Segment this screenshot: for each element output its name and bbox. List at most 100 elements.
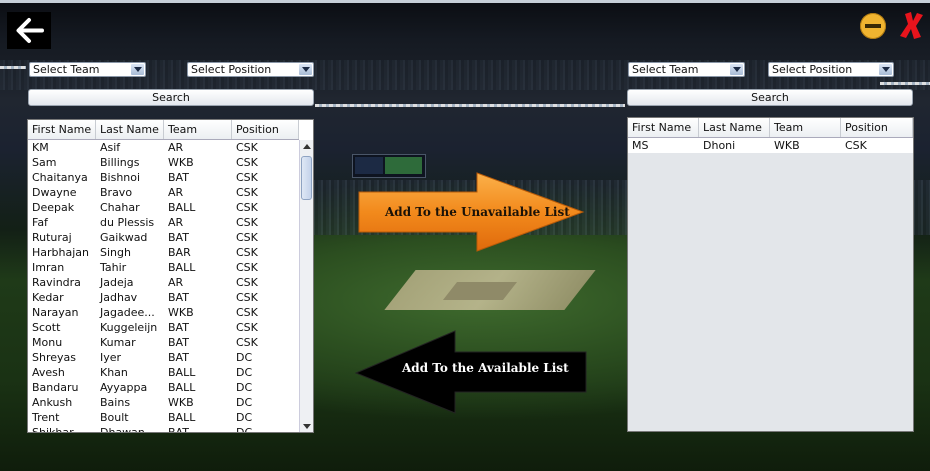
table-row[interactable]: Chaitanya Bishnoi BAT CSK <box>28 170 299 185</box>
table-row[interactable]: Faf du Plessis AR CSK <box>28 215 299 230</box>
column-team[interactable]: Team <box>770 118 841 137</box>
table-row[interactable]: Ruturaj Gaikwad BAT CSK <box>28 230 299 245</box>
table-cell: Ruturaj <box>32 231 72 244</box>
table-row[interactable]: Avesh Khan BALL DC <box>28 365 299 380</box>
table-cell: DC <box>236 351 253 364</box>
table-cell: WKB <box>168 156 194 169</box>
table-cell: Dhoni <box>703 139 736 152</box>
team-select-right[interactable]: Select Team <box>628 62 745 77</box>
scroll-down-icon[interactable] <box>300 420 313 432</box>
table-row[interactable]: Monu Kumar BAT CSK <box>28 335 299 350</box>
table-row[interactable]: Shikhar Dhawan BAT DC <box>28 425 299 433</box>
table-cell: Chahar <box>100 201 140 214</box>
add-to-unavailable-label: Add To the Unavailable List <box>385 205 570 219</box>
column-position[interactable]: Position <box>841 118 913 137</box>
table-row[interactable]: MS Dhoni WKB CSK <box>628 138 913 153</box>
chevron-down-icon <box>879 64 892 75</box>
table-cell: BALL <box>168 381 196 394</box>
unavailable-players-table[interactable]: First Name Last Name Team Position MS Dho… <box>627 117 914 432</box>
table-cell: Trent <box>32 411 60 424</box>
table-cell: CSK <box>236 231 258 244</box>
table-cell: Bandaru <box>32 381 79 394</box>
table-row[interactable]: Shreyas Iyer BAT DC <box>28 350 299 365</box>
stadium-lights <box>880 82 930 85</box>
table-row[interactable]: Kedar Jadhav BAT CSK <box>28 290 299 305</box>
table-cell: Iyer <box>100 351 122 364</box>
add-to-available-button[interactable]: Add To the Available List <box>355 330 588 414</box>
close-button[interactable] <box>896 10 924 42</box>
window-top-edge <box>0 0 930 3</box>
table-row[interactable]: Harbhajan Singh BAR CSK <box>28 245 299 260</box>
table-row[interactable]: Dwayne Bravo AR CSK <box>28 185 299 200</box>
table-cell: BAR <box>168 246 191 259</box>
table-cell: Ankush <box>32 396 73 409</box>
stadium-lights <box>0 66 26 69</box>
table-row[interactable]: Narayan Jagadee... WKB CSK <box>28 305 299 320</box>
table-cell: CSK <box>236 201 258 214</box>
table-cell: CSK <box>236 276 258 289</box>
column-last-name[interactable]: Last Name <box>96 120 164 139</box>
table-row[interactable]: Ankush Bains WKB DC <box>28 395 299 410</box>
table-row[interactable]: Bandaru Ayyappa BALL DC <box>28 380 299 395</box>
scroll-up-icon[interactable] <box>300 140 313 152</box>
table-cell: CSK <box>236 141 258 154</box>
table-cell: Billings <box>100 156 140 169</box>
table-row[interactable]: Imran Tahir BALL CSK <box>28 260 299 275</box>
table-cell: WKB <box>168 306 194 319</box>
table-cell: Shreyas <box>32 351 76 364</box>
table-cell: CSK <box>236 186 258 199</box>
table-cell: Dwayne <box>32 186 77 199</box>
column-last-name[interactable]: Last Name <box>699 118 770 137</box>
table-cell: WKB <box>774 139 800 152</box>
position-select-left[interactable]: Select Position <box>187 62 314 77</box>
table-body: MS Dhoni WKB CSK <box>628 138 913 153</box>
table-row[interactable]: Deepak Chahar BALL CSK <box>28 200 299 215</box>
table-cell: DC <box>236 381 253 394</box>
table-cell: du Plessis <box>100 216 155 229</box>
team-select-left[interactable]: Select Team <box>29 62 146 77</box>
table-cell: Ayyappa <box>100 381 148 394</box>
table-cell: Gaikwad <box>100 231 148 244</box>
table-cell: WKB <box>168 396 194 409</box>
add-to-available-label: Add To the Available List <box>402 361 569 375</box>
table-row[interactable]: Ravindra Jadeja AR CSK <box>28 275 299 290</box>
table-cell: Kedar <box>32 291 64 304</box>
table-cell: Narayan <box>32 306 79 319</box>
table-cell: BALL <box>168 411 196 424</box>
column-team[interactable]: Team <box>164 120 232 139</box>
table-cell: CSK <box>236 171 258 184</box>
table-row[interactable]: Trent Boult BALL DC <box>28 410 299 425</box>
table-cell: DC <box>236 426 253 433</box>
table-cell: Khan <box>100 366 128 379</box>
column-position[interactable]: Position <box>232 120 299 139</box>
table-cell: MS <box>632 139 649 152</box>
table-header: First Name Last Name Team Position <box>28 120 299 140</box>
column-first-name[interactable]: First Name <box>628 118 699 137</box>
table-row[interactable]: Scott Kuggeleijn BAT CSK <box>28 320 299 335</box>
table-cell: BAT <box>168 291 189 304</box>
table-row[interactable]: Sam Billings WKB CSK <box>28 155 299 170</box>
chevron-down-icon <box>131 64 144 75</box>
table-header: First Name Last Name Team Position <box>628 118 913 138</box>
table-cell: Faf <box>32 216 48 229</box>
table-cell: BAT <box>168 171 189 184</box>
column-first-name[interactable]: First Name <box>28 120 96 139</box>
available-players-table[interactable]: First Name Last Name Team Position KM Asi… <box>27 119 314 433</box>
back-button[interactable] <box>7 12 51 49</box>
vertical-scrollbar[interactable] <box>299 140 313 432</box>
table-cell: Bains <box>100 396 131 409</box>
scroll-thumb[interactable] <box>301 156 312 200</box>
search-button-left[interactable]: Search <box>28 89 314 106</box>
table-body: KM Asif AR CSK Sam Billings WKB CSK Chaitanya Bis… <box>28 140 299 433</box>
table-row[interactable]: KM Asif AR CSK <box>28 140 299 155</box>
table-cell: Jadhav <box>100 291 138 304</box>
add-to-unavailable-button[interactable]: Add To the Unavailable List <box>357 172 585 252</box>
chevron-down-icon <box>730 64 743 75</box>
minimize-button[interactable] <box>860 13 886 39</box>
table-cell: DC <box>236 411 253 424</box>
table-cell: BAT <box>168 321 189 334</box>
search-button-right[interactable]: Search <box>627 89 913 106</box>
table-cell: CSK <box>236 156 258 169</box>
table-cell: CSK <box>236 291 258 304</box>
position-select-right[interactable]: Select Position <box>768 62 894 77</box>
